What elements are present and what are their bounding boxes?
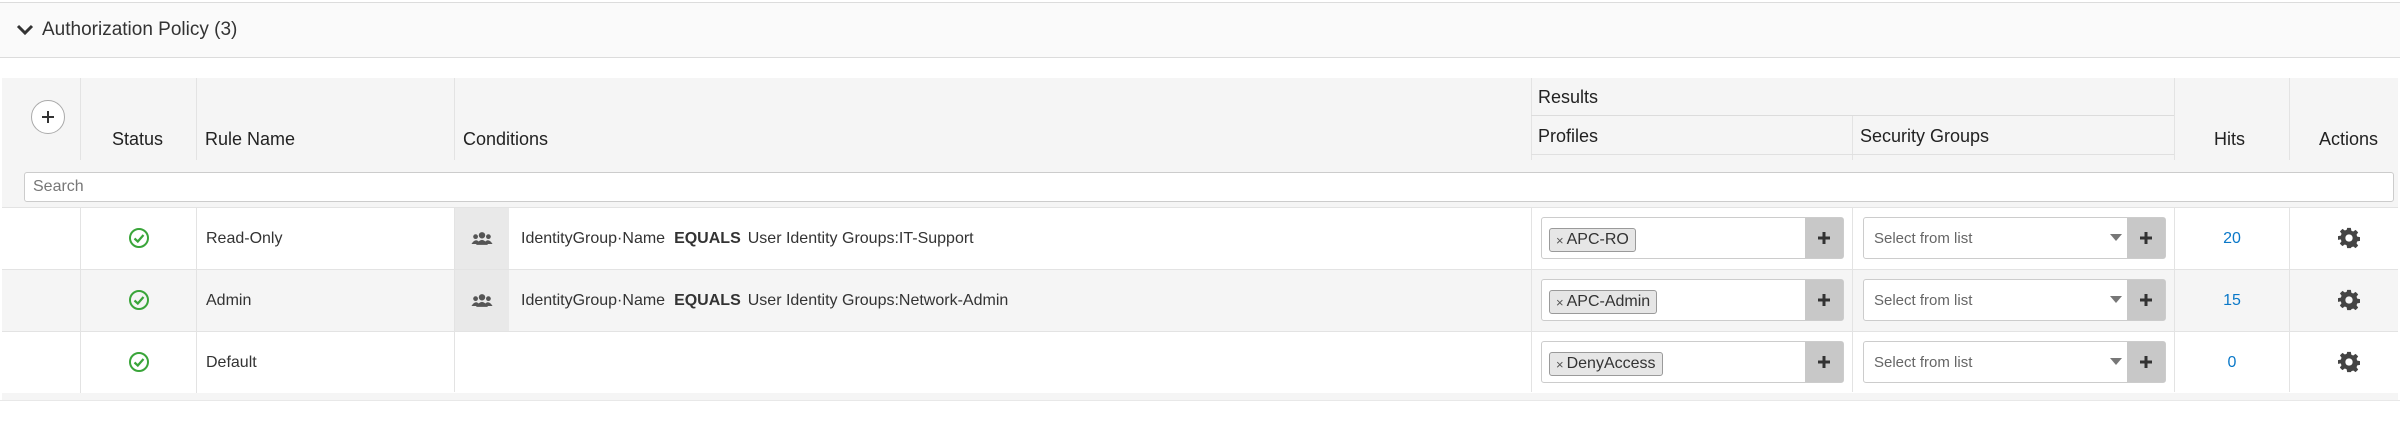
hits-count[interactable]: 15 xyxy=(2182,270,2282,331)
plus-icon xyxy=(42,111,54,123)
status-enabled-icon[interactable] xyxy=(128,289,150,311)
profile-tag-label: DenyAccess xyxy=(1566,355,1656,372)
column-actions: Actions xyxy=(2319,129,2379,149)
profiles-field[interactable]: × APC-Admin xyxy=(1541,279,1844,321)
condition-attribute: IdentityGroup·Name xyxy=(521,291,666,309)
add-rule-button[interactable] xyxy=(31,100,65,134)
rule-name[interactable]: Default xyxy=(206,332,257,393)
search-input[interactable] xyxy=(24,172,2394,202)
plus-icon xyxy=(2140,232,2152,244)
profiles-field[interactable]: × DenyAccess xyxy=(1541,341,1844,383)
remove-tag-icon[interactable]: × xyxy=(1556,295,1564,310)
condition-expression[interactable]: IdentityGroup·Name EQUALS User Identity … xyxy=(521,208,974,269)
hits-count[interactable]: 0 xyxy=(2182,332,2282,393)
security-groups-placeholder: Select from list xyxy=(1874,353,1973,371)
condition-value: User Identity Groups:Network-Admin xyxy=(747,291,1009,309)
chevron-down-icon[interactable] xyxy=(16,21,34,39)
table-row[interactable]: Admin IdentityGroup·Name EQUALS User Ide… xyxy=(2,269,2398,331)
status-enabled-icon[interactable] xyxy=(128,227,150,249)
rule-name[interactable]: Read-Only xyxy=(206,208,282,269)
add-profile-button[interactable] xyxy=(1805,342,1843,382)
column-hits[interactable]: Hits xyxy=(2214,129,2245,150)
security-groups-select[interactable]: Select from list xyxy=(1863,341,2166,383)
security-groups-placeholder: Select from list xyxy=(1874,229,1973,247)
condition-operator: EQUALS xyxy=(674,291,741,309)
gear-icon[interactable] xyxy=(2338,227,2360,249)
condition-expression[interactable]: IdentityGroup·Name EQUALS User Identity … xyxy=(521,270,1008,331)
profile-tag[interactable]: × DenyAccess xyxy=(1549,352,1663,376)
identity-group-icon xyxy=(454,208,509,269)
gear-icon[interactable] xyxy=(2338,289,2360,311)
add-profile-button[interactable] xyxy=(1805,280,1843,320)
add-security-group-button[interactable] xyxy=(2127,280,2165,320)
search-row xyxy=(2,168,2398,210)
plus-icon xyxy=(1818,356,1830,368)
dropdown-caret-icon[interactable] xyxy=(2110,296,2122,303)
column-security-groups[interactable]: Security Groups xyxy=(1860,126,1989,147)
security-groups-placeholder: Select from list xyxy=(1874,291,1973,309)
profile-tag[interactable]: × APC-RO xyxy=(1549,228,1636,252)
gear-icon[interactable] xyxy=(2338,351,2360,373)
status-enabled-icon[interactable] xyxy=(128,351,150,373)
column-conditions[interactable]: Conditions xyxy=(463,129,548,150)
column-rule-name[interactable]: Rule Name xyxy=(205,129,295,150)
dropdown-caret-icon[interactable] xyxy=(2110,358,2122,365)
add-security-group-button[interactable] xyxy=(2127,218,2165,258)
table-row[interactable]: Default × DenyAccess Select from list 0 xyxy=(2,331,2398,393)
add-security-group-button[interactable] xyxy=(2127,342,2165,382)
table-row[interactable]: Read-Only IdentityGroup·Name EQUALS User… xyxy=(2,207,2398,269)
plus-icon xyxy=(2140,294,2152,306)
divider xyxy=(0,400,2400,401)
plus-icon xyxy=(1818,294,1830,306)
plus-icon xyxy=(2140,356,2152,368)
column-results: Results xyxy=(1538,87,1599,107)
profiles-field[interactable]: × APC-RO xyxy=(1541,217,1844,259)
profile-tag-label: APC-RO xyxy=(1566,231,1629,248)
condition-value: User Identity Groups:IT-Support xyxy=(747,229,974,247)
table-header: Status Rule Name Conditions Results Prof… xyxy=(2,78,2398,160)
section-header[interactable]: Authorization Policy (3) xyxy=(0,2,2400,58)
section-title: Authorization Policy (3) xyxy=(42,19,238,40)
profile-tag-label: APC-Admin xyxy=(1566,293,1651,310)
column-status[interactable]: Status xyxy=(112,129,163,150)
identity-group-icon xyxy=(454,270,509,331)
condition-attribute: IdentityGroup·Name xyxy=(521,229,666,247)
add-profile-button[interactable] xyxy=(1805,218,1843,258)
security-groups-select[interactable]: Select from list xyxy=(1863,279,2166,321)
condition-operator: EQUALS xyxy=(674,229,741,247)
plus-icon xyxy=(1818,232,1830,244)
policy-table: Status Rule Name Conditions Results Prof… xyxy=(2,78,2398,401)
profile-tag[interactable]: × APC-Admin xyxy=(1549,290,1658,314)
remove-tag-icon[interactable]: × xyxy=(1556,233,1564,248)
dropdown-caret-icon[interactable] xyxy=(2110,234,2122,241)
rule-name[interactable]: Admin xyxy=(206,270,251,331)
hits-count[interactable]: 20 xyxy=(2182,208,2282,269)
remove-tag-icon[interactable]: × xyxy=(1556,357,1564,372)
column-profiles[interactable]: Profiles xyxy=(1538,126,1598,147)
security-groups-select[interactable]: Select from list xyxy=(1863,217,2166,259)
